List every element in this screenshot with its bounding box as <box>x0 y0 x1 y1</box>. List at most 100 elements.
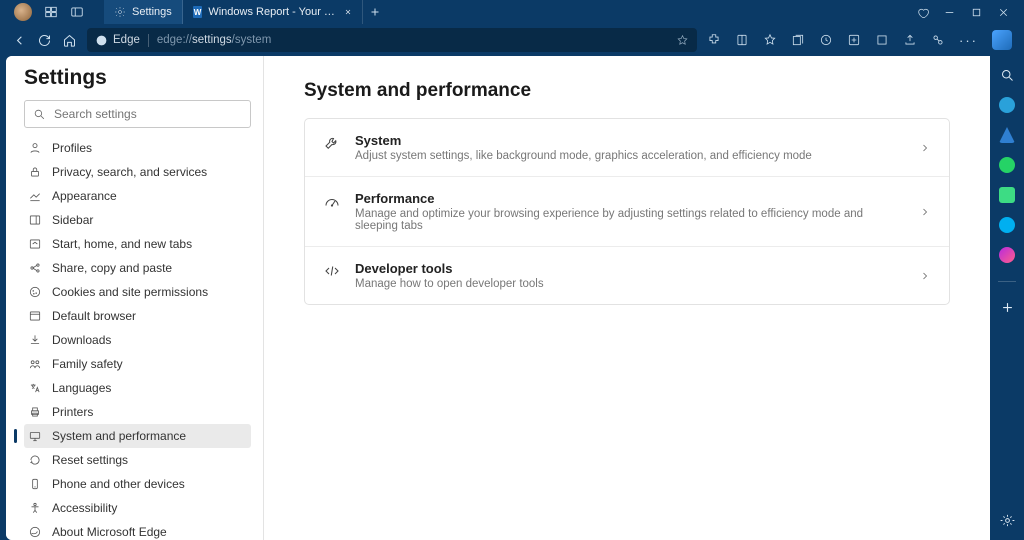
settings-card: System Adjust system settings, like back… <box>304 118 950 305</box>
nav-privacy[interactable]: Privacy, search, and services <box>24 160 251 184</box>
row-system[interactable]: System Adjust system settings, like back… <box>305 119 949 177</box>
home-icon[interactable] <box>62 33 77 48</box>
wrench-icon <box>323 134 341 152</box>
downloads-icon[interactable] <box>875 33 889 47</box>
history-icon[interactable] <box>819 33 833 47</box>
nav-printers[interactable]: Printers <box>24 400 251 424</box>
nav-label: About Microsoft Edge <box>52 525 167 539</box>
settings-nav: Profiles Privacy, search, and services A… <box>24 136 251 540</box>
row-performance[interactable]: Performance Manage and optimize your bro… <box>305 177 949 247</box>
more-menu-icon[interactable]: ··· <box>959 33 978 48</box>
nav-label: Downloads <box>52 333 111 347</box>
titlebar-left: Settings W Windows Report - Your go-to s… <box>0 0 387 24</box>
tab-settings[interactable]: Settings <box>104 0 183 24</box>
nav-family[interactable]: Family safety <box>24 352 251 376</box>
extensions-icon[interactable] <box>707 33 721 47</box>
row-texts: System Adjust system settings, like back… <box>355 133 905 162</box>
rail-android-icon[interactable] <box>999 187 1015 203</box>
nav-label: Start, home, and new tabs <box>52 237 192 251</box>
collections-icon[interactable] <box>791 33 805 47</box>
refresh-icon[interactable] <box>37 33 52 48</box>
search-input[interactable] <box>54 107 242 121</box>
nav-phone[interactable]: Phone and other devices <box>24 472 251 496</box>
rail-plus-icon[interactable] <box>1000 300 1015 315</box>
toolbar: Edge edge://settings/system ··· <box>0 24 1024 56</box>
nav-share[interactable]: Share, copy and paste <box>24 256 251 280</box>
rail-bing-icon[interactable] <box>999 127 1015 143</box>
lang-icon <box>28 381 42 395</box>
main-panel: System and performance System Adjust sys… <box>264 56 990 540</box>
row-texts: Performance Manage and optimize your bro… <box>355 191 905 232</box>
rail-skype-icon[interactable] <box>999 217 1015 233</box>
settings-sidebar: Settings Profiles Privacy, search, and s… <box>6 56 264 540</box>
content-area: Settings Profiles Privacy, search, and s… <box>6 56 990 540</box>
row-title: Developer tools <box>355 261 905 276</box>
performance-icon[interactable] <box>931 33 945 47</box>
nav-downloads[interactable]: Downloads <box>24 328 251 352</box>
titlebar: Settings W Windows Report - Your go-to s… <box>0 0 1024 24</box>
performance-icon <box>323 192 341 210</box>
nav-system[interactable]: System and performance <box>24 424 251 448</box>
tabstrip: Settings W Windows Report - Your go-to s… <box>104 0 387 24</box>
minimize-icon[interactable] <box>943 6 956 19</box>
rail-telegram-icon[interactable] <box>999 97 1015 113</box>
nav-reset[interactable]: Reset settings <box>24 448 251 472</box>
toolbar-right: ··· <box>707 30 1012 50</box>
reset-icon <box>28 453 42 467</box>
nav-label: Cookies and site permissions <box>52 285 208 299</box>
app-icon[interactable] <box>847 33 861 47</box>
nav-accessibility[interactable]: Accessibility <box>24 496 251 520</box>
nav-start[interactable]: Start, home, and new tabs <box>24 232 251 256</box>
nav-cookies[interactable]: Cookies and site permissions <box>24 280 251 304</box>
favorite-icon[interactable] <box>676 34 689 47</box>
nav-label: Family safety <box>52 357 123 371</box>
lock-icon <box>28 165 42 179</box>
rail-messenger-icon[interactable] <box>999 247 1015 263</box>
rail-search-icon[interactable] <box>1000 68 1015 83</box>
row-desc: Adjust system settings, like background … <box>355 150 905 162</box>
edge-icon <box>95 34 108 47</box>
new-tab-button[interactable] <box>363 6 387 18</box>
nav-about[interactable]: About Microsoft Edge <box>24 520 251 540</box>
nav-default-browser[interactable]: Default browser <box>24 304 251 328</box>
rail-gear-icon[interactable] <box>1000 513 1015 528</box>
nav-appearance[interactable]: Appearance <box>24 184 251 208</box>
rail-whatsapp-icon[interactable] <box>999 157 1015 173</box>
nav-label: System and performance <box>52 429 186 443</box>
nav-label: Profiles <box>52 141 92 155</box>
tab-label: Windows Report - Your go-to sou <box>208 6 337 18</box>
rail-separator <box>998 281 1016 282</box>
maximize-icon[interactable] <box>970 6 983 19</box>
printer-icon <box>28 405 42 419</box>
profile-avatar[interactable] <box>14 3 32 21</box>
nav-label: Phone and other devices <box>52 477 185 491</box>
search-settings[interactable] <box>24 100 251 128</box>
back-icon[interactable] <box>12 33 27 48</box>
sidebar-heading: Settings <box>24 66 251 90</box>
row-desc: Manage how to open developer tools <box>355 278 905 290</box>
download-icon <box>28 333 42 347</box>
edge-about-icon <box>28 525 42 539</box>
workspaces-icon[interactable] <box>44 5 58 19</box>
share-icon[interactable] <box>903 33 917 47</box>
close-icon[interactable] <box>344 7 352 17</box>
nav-languages[interactable]: Languages <box>24 376 251 400</box>
copilot-icon[interactable] <box>992 30 1012 50</box>
appearance-icon <box>28 189 42 203</box>
chevron-right-icon <box>919 206 931 218</box>
close-window-icon[interactable] <box>997 6 1010 19</box>
favorites-icon[interactable] <box>763 33 777 47</box>
cookie-icon <box>28 285 42 299</box>
url-bar[interactable]: Edge edge://settings/system <box>87 28 697 52</box>
row-devtools[interactable]: Developer tools Manage how to open devel… <box>305 247 949 304</box>
tab-actions-icon[interactable] <box>70 5 84 19</box>
rewards-icon[interactable] <box>916 6 929 19</box>
tab-windows-report[interactable]: W Windows Report - Your go-to sou <box>183 0 363 24</box>
nav-profiles[interactable]: Profiles <box>24 136 251 160</box>
site-identity[interactable]: Edge <box>95 34 149 47</box>
right-rail <box>990 56 1024 540</box>
chevron-right-icon <box>919 142 931 154</box>
nav-sidebar[interactable]: Sidebar <box>24 208 251 232</box>
profile-icon <box>28 141 42 155</box>
read-aloud-icon[interactable] <box>735 33 749 47</box>
